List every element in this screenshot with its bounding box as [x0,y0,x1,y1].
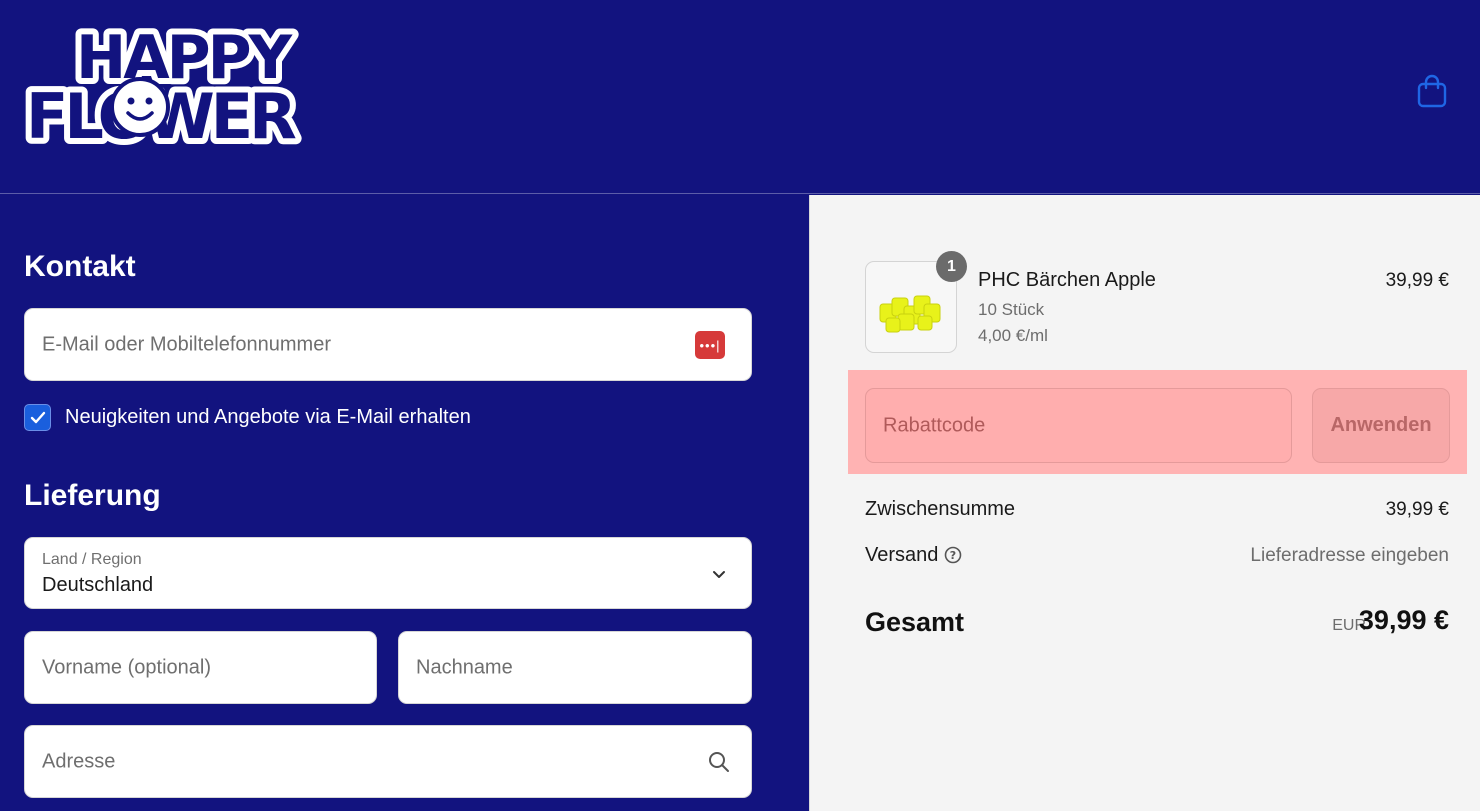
chevron-down-icon [713,571,725,578]
last-name-placeholder: Nachname [416,656,513,678]
email-field[interactable]: E-Mail oder Mobiltelefonnummer •••| [24,308,752,381]
contact-title: Kontakt [24,250,136,283]
address-field[interactable]: Adresse [24,725,752,798]
site-header: HAPPY FLOWER HAPPY FLOWER [0,0,1480,194]
subtotal-value: 39,99 € [1385,499,1449,520]
happy-flower-logo[interactable]: HAPPY FLOWER HAPPY FLOWER [18,10,318,170]
newsletter-checkbox[interactable] [24,404,51,431]
order-summary: 1 PHC Bärchen Apple 10 Stück 4,00 €/ml 3… [809,195,1480,811]
discount-code-input[interactable]: Rabattcode [865,388,1292,463]
last-name-field[interactable]: Nachname [398,631,752,704]
cart-button[interactable] [1414,72,1450,110]
shipping-value: Lieferadresse eingeben [1250,545,1449,566]
email-placeholder: E-Mail oder Mobiltelefonnummer [42,333,332,355]
first-name-field[interactable]: Vorname (optional) [24,631,377,704]
password-manager-icon[interactable]: •••| [695,331,725,359]
total-value: 39,99 € [1358,605,1449,635]
product-name: PHC Bärchen Apple [978,269,1156,291]
shipping-label: Versand [865,544,939,566]
search-icon [709,752,729,772]
discount-placeholder: Rabattcode [883,414,986,436]
subtotal-label: Zwischensumme [865,498,1016,520]
total-label: Gesamt [865,607,965,637]
product-price: 39,99 € [1385,270,1449,291]
shopping-bag-icon [1417,74,1447,108]
delivery-title: Lieferung [24,479,161,512]
help-icon[interactable]: ? [944,546,962,564]
svg-text:?: ? [950,549,956,562]
quantity-badge: 1 [936,251,967,282]
first-name-placeholder: Vorname (optional) [42,656,211,678]
address-placeholder: Adresse [42,750,116,772]
checkmark-icon [30,411,45,423]
product-variant: 10 Stück [978,300,1045,319]
country-select[interactable]: Land / Region Deutschland [24,537,752,609]
apply-discount-button[interactable]: Anwenden [1312,388,1450,463]
product-unit-price: 4,00 €/ml [978,326,1048,345]
newsletter-label[interactable]: Neuigkeiten und Angebote via E-Mail erha… [65,406,471,429]
country-label: Land / Region [42,551,142,568]
country-value: Deutschland [42,574,154,596]
